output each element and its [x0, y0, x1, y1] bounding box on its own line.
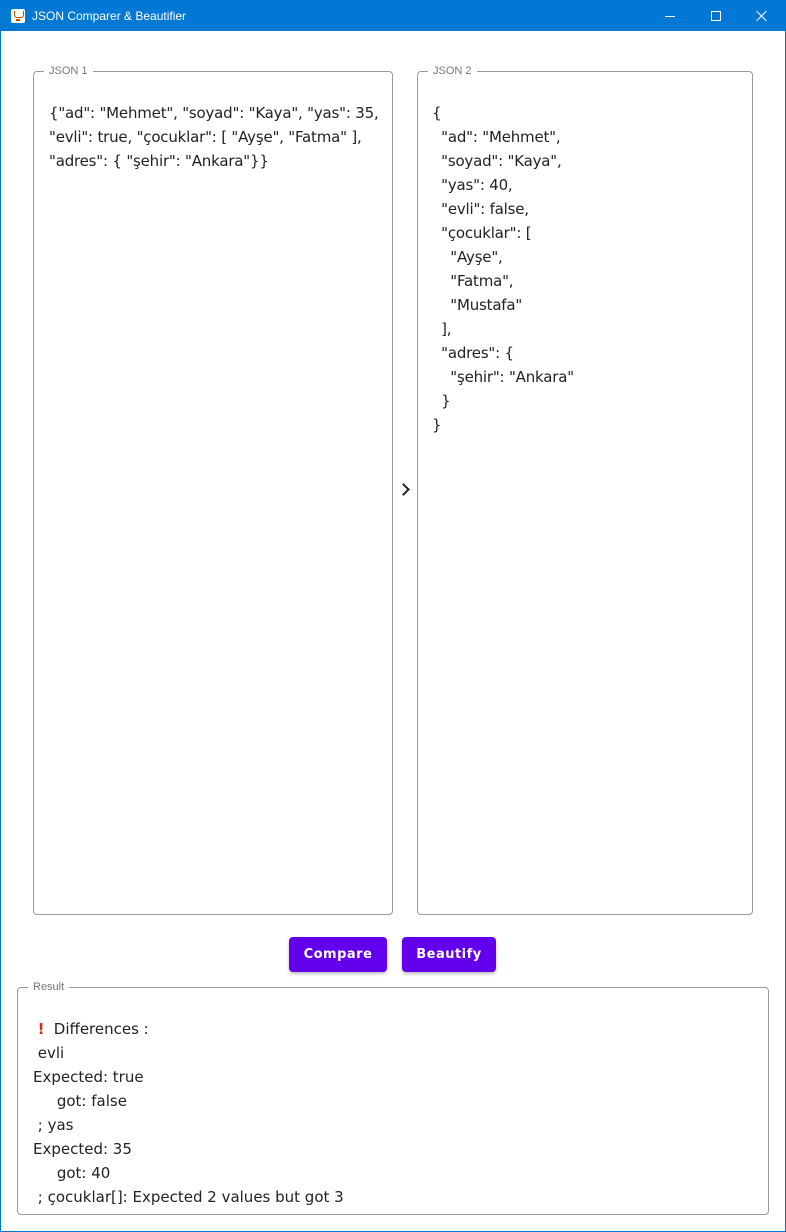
chevron-right-icon: [397, 479, 413, 499]
json1-legend: JSON 1: [49, 65, 88, 77]
json1-panel: JSON 1 {"ad": "Mehmet", "soyad": "Kaya",…: [33, 65, 393, 915]
title-bar[interactable]: JSON Comparer & Beautifier: [1, 1, 785, 31]
maximize-icon: [711, 11, 721, 21]
minimize-icon: [665, 15, 675, 17]
exclamation-icon: !: [37, 1020, 45, 1038]
minimize-button[interactable]: [647, 1, 693, 31]
result-body: evli Expected: true got: false ; yas Exp…: [33, 1044, 344, 1206]
maximize-button[interactable]: [693, 1, 739, 31]
result-panel: Result ! Differences : evli Expected: tr…: [17, 981, 769, 1215]
result-legend: Result: [33, 981, 65, 993]
close-icon: [756, 10, 768, 22]
window-title: JSON Comparer & Beautifier: [32, 9, 187, 23]
compare-button[interactable]: Compare: [289, 937, 387, 972]
result-heading: Differences :: [49, 1020, 149, 1038]
json2-legend: JSON 2: [433, 65, 472, 77]
java-app-icon: [11, 9, 25, 23]
close-button[interactable]: [739, 1, 785, 31]
json1-textarea[interactable]: {"ad": "Mehmet", "soyad": "Kaya", "yas":…: [49, 101, 384, 173]
result-textarea[interactable]: ! Differences : evli Expected: true got:…: [33, 1017, 758, 1209]
beautify-button[interactable]: Beautify: [402, 937, 496, 972]
json2-textarea[interactable]: { "ad": "Mehmet", "soyad": "Kaya", "yas"…: [432, 101, 744, 437]
json2-panel: JSON 2 { "ad": "Mehmet", "soyad": "Kaya"…: [417, 65, 753, 915]
